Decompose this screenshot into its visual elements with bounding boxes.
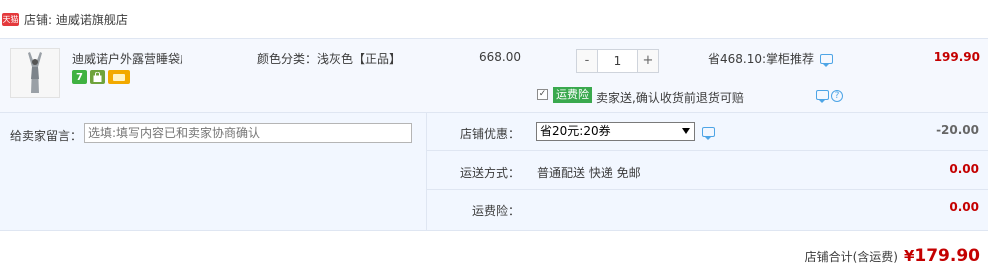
shop-total-label: 店铺合计(含运费) [804,250,898,264]
coupon-select[interactable]: 省20元:20券 [536,122,695,141]
shop-total: 店铺合计(含运费) ¥ 179.90 [805,246,980,266]
insurance-checkbox[interactable]: ✓ [537,89,548,100]
service-icons: 7 [72,70,130,84]
chat-icon[interactable] [702,127,715,140]
seven-day-return-icon[interactable]: 7 [72,70,87,84]
shop-discount-label: 店铺优惠： [459,127,520,141]
help-icon[interactable]: ? [831,90,843,102]
item-subtotal: 199.90 [933,50,980,64]
currency-symbol: ¥ [903,247,915,265]
qty-minus-button[interactable]: - [576,49,598,73]
message-input[interactable] [84,123,412,143]
row-divider [427,150,988,151]
insurance-label: 运费险： [471,204,520,218]
shipping-label: 运送方式： [459,166,520,180]
product-title[interactable]: 迪威诺户外露营睡袋成人秋冬季... [72,50,182,67]
product-thumbnail[interactable] [10,48,60,98]
insurance-text: 卖家送,确认收货前退货可赔 [596,91,744,105]
discount-text: 省468.10:掌柜推荐 [708,52,815,66]
tmall-badge-icon: 天猫 [2,12,19,26]
insurance-amount: 0.00 [949,200,979,214]
quantity-input[interactable]: 1 [598,49,637,73]
sleeping-bag-image-icon [11,49,59,97]
shop-name[interactable]: 店铺: 迪威诺旗舰店 [24,11,128,28]
card-icon[interactable] [108,70,130,84]
shop-total-amount: 179.90 [914,246,980,266]
order-options-panel: 给卖家留言： 店铺优惠： 省20元:20券 -20.00 运送方式： 普通配送 … [0,113,988,231]
bag-icon[interactable] [90,70,105,84]
product-spec: 颜色分类：浅灰色【正品】 [257,52,402,66]
discount-info: 省468.10:掌柜推荐 [708,50,834,67]
quantity-stepper[interactable]: - 1 + [576,49,659,73]
row-divider [427,189,988,190]
message-label: 给卖家留言： [10,129,83,143]
qty-plus-button[interactable]: + [637,49,659,73]
shipping-amount: 0.00 [949,162,979,176]
unit-price: 668.00 [479,50,521,64]
insurance-badge: 运费险 [553,87,592,103]
chat-icon[interactable] [816,90,829,103]
shop-header: 天猫 店铺: 迪威诺旗舰店 [0,0,988,38]
panel-divider [426,113,427,231]
coupon-select-value: 省20元:20券 [540,124,611,138]
chevron-down-icon [682,128,690,134]
chat-icon[interactable] [820,53,834,67]
shipping-method: 普通配送 快递 免邮 [537,166,641,180]
insurance-icons: ? [816,90,843,103]
shop-discount-amount: -20.00 [936,123,979,137]
